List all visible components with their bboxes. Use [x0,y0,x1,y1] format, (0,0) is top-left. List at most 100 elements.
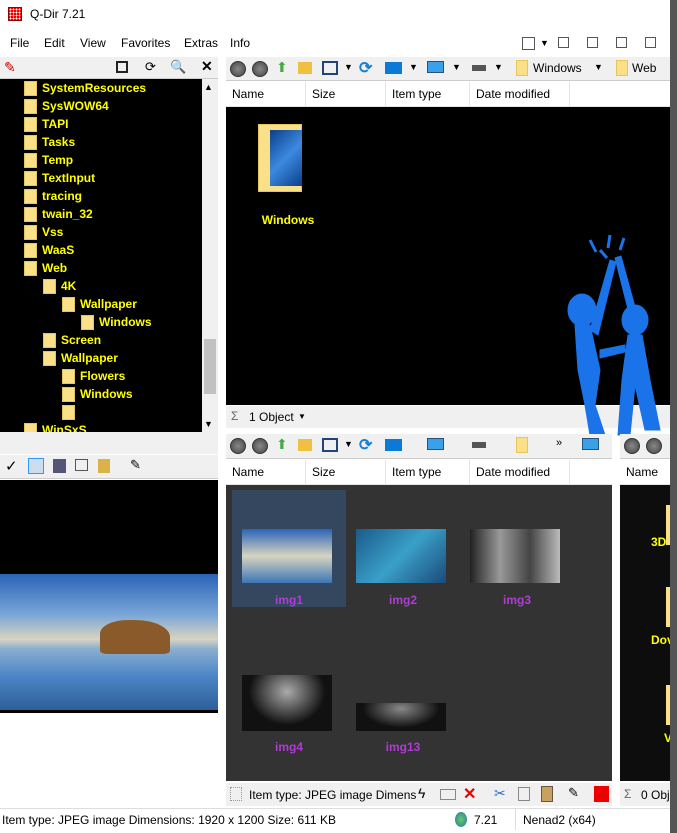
forward-icon[interactable] [252,438,268,454]
tree-item[interactable] [62,403,80,421]
scroll-down-icon[interactable]: ▼ [204,419,213,429]
col-name[interactable]: Name [226,460,306,484]
delete-icon[interactable]: ✕ [463,784,476,804]
presentation-icon[interactable] [75,459,88,471]
view-icon[interactable] [322,438,338,452]
tree-item[interactable]: Flowers [62,367,125,385]
refresh-icon[interactable]: ⟳ [145,59,156,75]
thumb-label[interactable]: img2 [346,593,460,607]
up-folder-icon[interactable]: ⬆ [276,436,288,453]
chevron-down-icon[interactable]: ▼ [298,412,306,421]
tree-item[interactable]: Web [24,259,67,277]
scroll-up-icon[interactable]: ▲ [204,82,213,92]
tree-item[interactable]: SysWOW64 [24,97,109,115]
desktop-icon[interactable] [385,439,402,451]
menu-edit[interactable]: Edit [44,36,65,50]
view-icon[interactable] [322,61,338,75]
zoom-icon[interactable] [28,458,44,474]
computer-icon[interactable] [427,438,444,450]
layout-grid-icon[interactable] [522,37,535,50]
thumb-label[interactable]: img3 [460,593,574,607]
folder-label[interactable]: Dov [651,633,670,647]
thumb-img4[interactable] [242,675,332,731]
folder-label[interactable]: V [664,731,670,745]
tree-item[interactable]: 4K [43,277,76,295]
layout-2-icon[interactable] [645,37,656,48]
paste-icon[interactable] [541,786,553,802]
tree-item[interactable]: TAPI [24,115,68,133]
image-file-icon[interactable] [98,459,110,473]
tree-item[interactable]: SystemResources [24,79,146,97]
thumb-label[interactable]: img1 [232,593,346,607]
up-folder-icon[interactable]: ⬆ [276,59,288,76]
chevron-down-icon[interactable]: ▼ [494,62,503,72]
col-type[interactable]: Item type [386,460,470,484]
col-date[interactable]: Date modified [470,460,570,484]
col-name[interactable]: Name [226,82,306,106]
tree-item[interactable]: tracing [24,187,82,205]
scroll-thumb[interactable] [204,339,216,394]
layout-3b-icon[interactable] [616,37,627,48]
edit-icon[interactable]: ✎ [568,785,579,801]
thumb-img13[interactable] [356,703,446,731]
folder-item[interactable] [256,124,306,204]
check-icon[interactable]: ✓ [5,457,18,475]
copy-icon[interactable] [518,787,530,801]
pick-icon[interactable]: ✎ [130,457,141,473]
menu-view[interactable]: View [80,36,106,50]
back-icon[interactable] [624,438,640,454]
computer-icon[interactable] [582,438,599,450]
tree-item[interactable]: Windows [62,385,133,403]
menu-favorites[interactable]: Favorites [121,36,170,50]
breadcrumb-windows[interactable]: Windows [533,61,582,75]
folder-label[interactable]: Windows [256,213,320,227]
back-icon[interactable] [230,61,246,77]
tree-item[interactable]: Windows [81,313,152,331]
layout-4-icon[interactable] [558,37,569,48]
tree-item[interactable]: Temp [24,151,73,169]
thumb-img3[interactable] [470,529,560,583]
more-icon[interactable]: » [556,437,562,449]
tree-item[interactable]: Wallpaper [43,349,118,367]
tree-item[interactable]: Wallpaper [62,295,137,313]
chevron-down-icon[interactable]: ▼ [594,62,603,72]
chevron-down-icon[interactable]: ▼ [344,62,353,72]
lightning-icon[interactable]: ϟ [418,785,425,801]
tree-item[interactable]: WaaS [24,241,74,259]
computer-icon[interactable] [427,61,444,73]
col-size[interactable]: Size [306,460,386,484]
chevron-down-icon[interactable]: ▼ [540,38,549,48]
tree-item[interactable]: Tasks [24,133,75,151]
search-icon[interactable]: 🔍 [170,59,186,75]
chevron-down-icon[interactable]: ▼ [409,62,418,72]
tree-scrollbar[interactable]: ▲ ▼ [202,79,218,432]
tree-item[interactable]: twain_32 [24,205,93,223]
menu-extras[interactable]: Extras [184,36,218,50]
folder-icon[interactable] [516,437,528,453]
tree-item[interactable]: Vss [24,223,63,241]
layout-icon[interactable] [116,61,128,73]
menu-info[interactable]: Info [230,36,250,50]
close-icon[interactable]: ✕ [201,58,213,75]
new-folder-icon[interactable] [298,62,312,74]
tree-item[interactable]: TextInput [24,169,95,187]
cut-icon[interactable]: ✂ [494,785,506,802]
film-icon[interactable] [53,459,66,473]
thumb-label[interactable]: img13 [346,740,460,754]
menu-file[interactable]: File [10,36,29,50]
app-menu-icon[interactable] [594,786,609,802]
chevron-down-icon[interactable]: ▼ [344,439,353,449]
chevron-down-icon[interactable]: ▼ [452,62,461,72]
col-type[interactable]: Item type [386,82,470,106]
breadcrumb-web[interactable]: Web [632,61,656,75]
col-size[interactable]: Size [306,82,386,106]
col-date[interactable]: Date modified [470,82,570,106]
refresh-icon[interactable]: ⟳ [359,58,372,78]
tree-pin-icon[interactable]: ✎ [4,59,16,76]
folder-tree[interactable]: SystemResources SysWOW64 TAPI Tasks Temp Text… [0,79,202,432]
tree-item[interactable]: Screen [43,331,101,349]
thumb-img2[interactable] [356,529,446,583]
folder-label[interactable]: 3D [651,535,666,549]
drive-icon[interactable] [472,65,486,71]
desktop-icon[interactable] [385,62,402,74]
